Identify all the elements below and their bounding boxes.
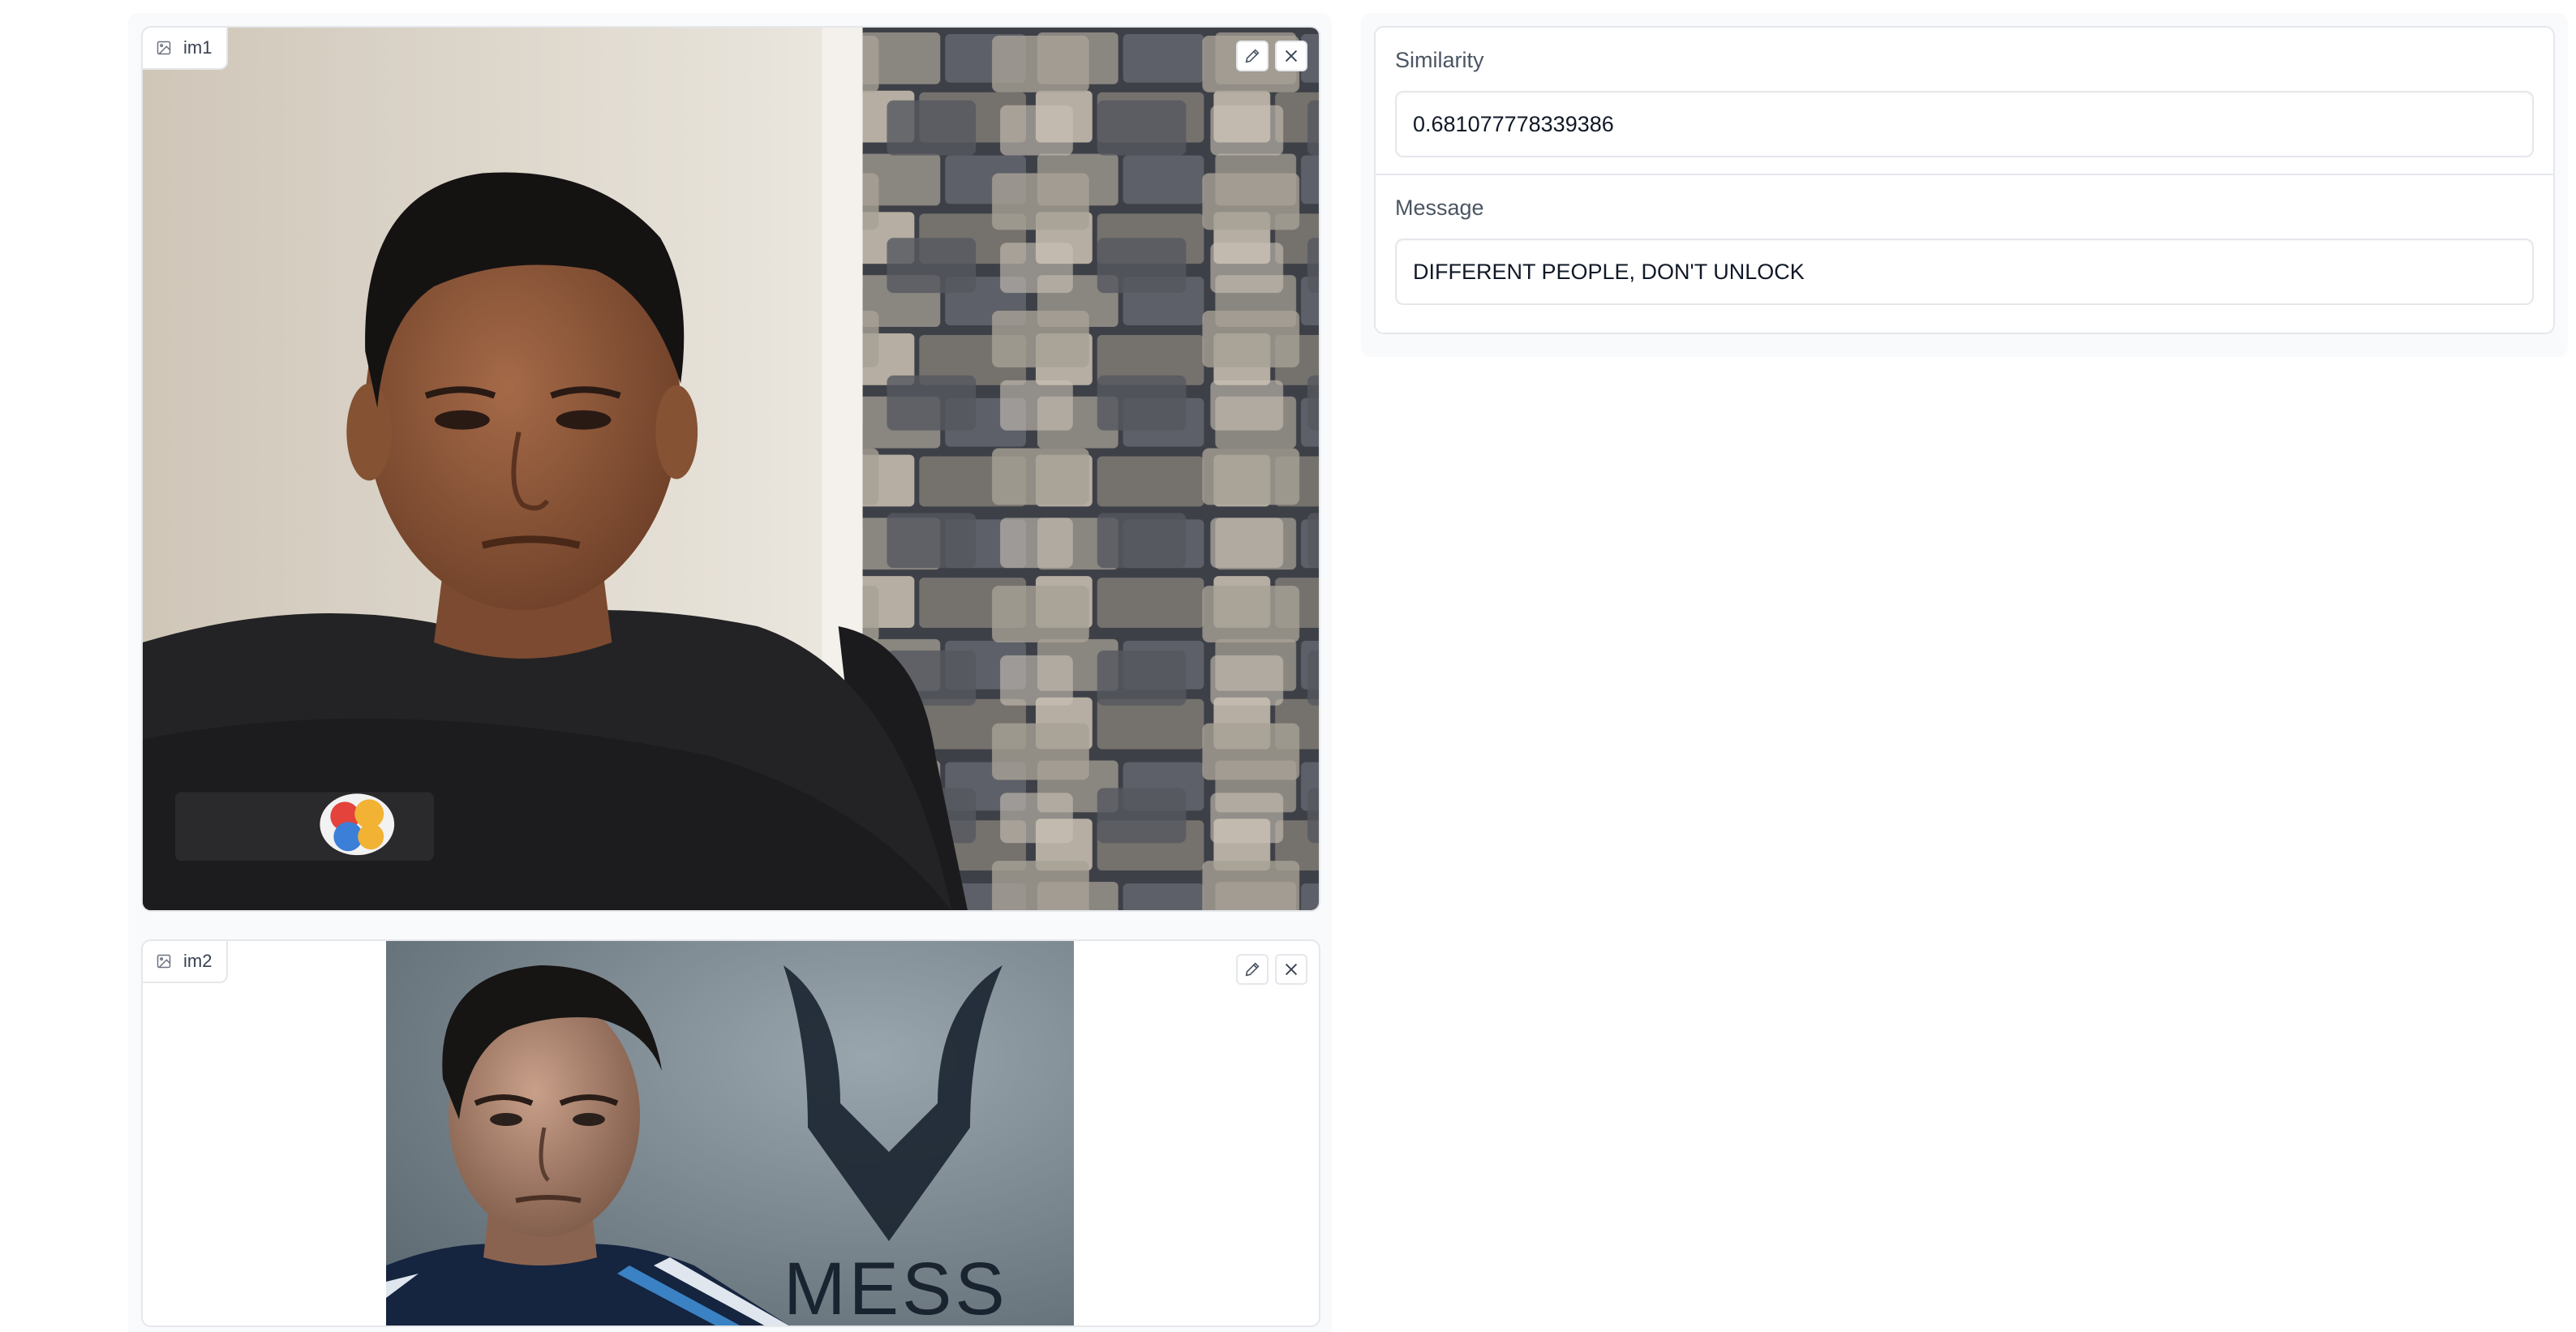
pencil-icon xyxy=(1245,962,1260,977)
similarity-label: Similarity xyxy=(1395,48,1484,72)
output-panel: Similarity 0.681077778339386 Message DIF… xyxy=(1374,26,2555,334)
image-label: im2 xyxy=(183,951,213,971)
close-icon xyxy=(1285,49,1298,62)
image-label-chip: im1 xyxy=(143,28,229,70)
message-output[interactable]: DIFFERENT PEOPLE, DON'T UNLOCK xyxy=(1395,238,2534,305)
uploaded-photo-person xyxy=(143,28,1319,910)
input-column: im1 im2 MESS xyxy=(128,13,1332,1332)
app-root: im1 im2 MESS Similarity 0.68107777833938… xyxy=(0,0,2576,1332)
uploaded-photo-footballer: MESS xyxy=(386,941,1074,1327)
logo-text: MESS xyxy=(784,1248,1008,1327)
clear-button[interactable] xyxy=(1275,41,1307,71)
image-icon xyxy=(157,41,171,55)
image-input-im2[interactable]: im2 MESS xyxy=(141,939,1320,1327)
image-label-chip: im2 xyxy=(143,941,229,983)
close-icon xyxy=(1285,963,1298,976)
pencil-icon xyxy=(1245,49,1260,63)
message-field: Message DIFFERENT PEOPLE, DON'T UNLOCK xyxy=(1376,174,2553,333)
clear-button[interactable] xyxy=(1275,954,1307,985)
image-actions xyxy=(1236,41,1307,71)
edit-button[interactable] xyxy=(1236,41,1269,71)
similarity-field: Similarity 0.681077778339386 xyxy=(1376,28,2553,174)
image-actions xyxy=(1236,954,1307,985)
output-column: Similarity 0.681077778339386 Message DIF… xyxy=(1361,13,2568,357)
image-label: im1 xyxy=(183,37,213,58)
message-label: Message xyxy=(1395,196,1484,220)
image-input-im1[interactable]: im1 xyxy=(141,26,1320,912)
edit-button[interactable] xyxy=(1236,954,1269,985)
image-icon xyxy=(157,954,171,969)
similarity-output[interactable]: 0.681077778339386 xyxy=(1395,91,2534,157)
